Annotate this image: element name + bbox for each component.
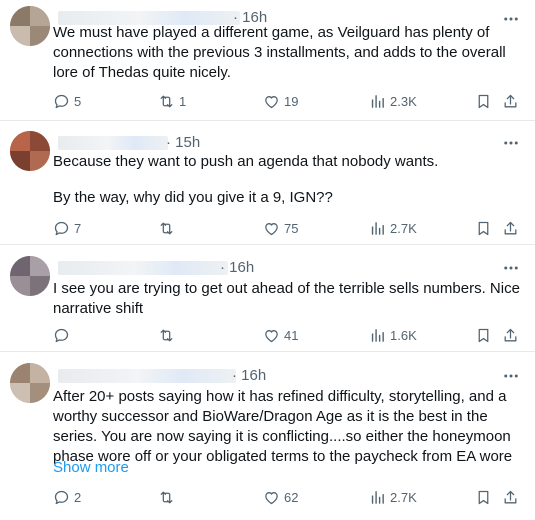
avatar[interactable] bbox=[10, 363, 50, 403]
heart-icon bbox=[265, 491, 278, 504]
share-button[interactable] bbox=[502, 218, 519, 238]
share-button[interactable] bbox=[502, 325, 519, 345]
reply-count: 2 bbox=[74, 489, 82, 505]
views-button[interactable]: 2.7K bbox=[369, 218, 417, 238]
post[interactable]: · 15h Because they want to push an agend… bbox=[0, 121, 535, 245]
like-count: 62 bbox=[284, 489, 299, 505]
share-icon bbox=[504, 94, 517, 107]
share-icon bbox=[504, 221, 517, 234]
repost-count: 1 bbox=[179, 93, 187, 109]
repost-icon bbox=[160, 222, 173, 234]
reply-icon bbox=[54, 94, 69, 108]
post-paragraph: Because they want to push an agenda that… bbox=[53, 153, 439, 170]
views-icon bbox=[371, 328, 384, 342]
bookmark-icon bbox=[478, 328, 489, 342]
post-text: Because they want to push an agenda that… bbox=[53, 152, 523, 208]
avatar[interactable] bbox=[10, 6, 50, 46]
author-name[interactable] bbox=[58, 369, 236, 383]
post-actions: 7 75 2.7K bbox=[0, 218, 535, 238]
reply-button[interactable] bbox=[53, 325, 74, 345]
post-timestamp[interactable]: · 16h bbox=[232, 366, 266, 386]
reply-button[interactable]: 7 bbox=[53, 218, 81, 238]
share-icon bbox=[504, 490, 517, 503]
views-icon bbox=[371, 94, 384, 108]
bookmark-icon bbox=[478, 94, 489, 108]
views-button[interactable]: 2.7K bbox=[369, 487, 417, 507]
post-text: I see you are trying to get out ahead of… bbox=[53, 279, 523, 319]
bookmark-button[interactable] bbox=[475, 325, 492, 345]
post-paragraph: After 20+ posts saying how it has refine… bbox=[53, 388, 513, 465]
views-icon bbox=[371, 221, 384, 235]
repost-icon bbox=[160, 329, 173, 341]
bookmark-button[interactable] bbox=[475, 218, 492, 238]
more-options-icon[interactable] bbox=[501, 366, 521, 386]
share-button[interactable] bbox=[502, 91, 519, 111]
heart-icon bbox=[265, 222, 278, 235]
heart-icon bbox=[265, 329, 278, 342]
post-actions: 2 62 2.7K bbox=[0, 487, 535, 507]
repost-icon bbox=[160, 95, 173, 107]
avatar[interactable] bbox=[10, 256, 50, 296]
show-more-link[interactable]: Show more bbox=[53, 458, 129, 478]
avatar[interactable] bbox=[10, 131, 50, 171]
view-count: 1.6K bbox=[390, 327, 417, 343]
repost-button[interactable] bbox=[158, 487, 179, 507]
reply-icon bbox=[54, 328, 69, 342]
like-count: 19 bbox=[284, 93, 299, 109]
post-paragraph: I see you are trying to get out ahead of… bbox=[53, 280, 520, 317]
bookmark-button[interactable] bbox=[475, 91, 492, 111]
post-paragraph: We must have played a different game, as… bbox=[53, 24, 506, 81]
post[interactable]: · 16h We must have played a different ga… bbox=[0, 0, 535, 121]
post-text: After 20+ posts saying how it has refine… bbox=[53, 387, 523, 467]
views-button[interactable]: 2.3K bbox=[369, 91, 417, 111]
bookmark-icon bbox=[478, 221, 489, 235]
post[interactable]: · 16h After 20+ posts saying how it has … bbox=[0, 352, 535, 520]
post-actions: 41 1.6K bbox=[0, 325, 535, 345]
repost-icon bbox=[160, 491, 173, 503]
views-button[interactable]: 1.6K bbox=[369, 325, 417, 345]
more-options-icon[interactable] bbox=[501, 258, 521, 278]
like-count: 41 bbox=[284, 327, 299, 343]
post-actions: 5 1 19 2.3K bbox=[0, 91, 535, 111]
reply-button[interactable]: 2 bbox=[53, 487, 81, 507]
repost-button[interactable] bbox=[158, 325, 179, 345]
view-count: 2.3K bbox=[390, 93, 417, 109]
reply-icon bbox=[54, 490, 69, 504]
reply-icon bbox=[54, 221, 69, 235]
like-button[interactable]: 19 bbox=[263, 91, 298, 111]
share-icon bbox=[504, 328, 517, 341]
like-button[interactable]: 75 bbox=[263, 218, 298, 238]
post-timestamp[interactable]: · 16h bbox=[220, 258, 254, 278]
author-name[interactable] bbox=[58, 136, 168, 150]
like-button[interactable]: 62 bbox=[263, 487, 298, 507]
repost-button[interactable] bbox=[158, 218, 179, 238]
share-button[interactable] bbox=[502, 487, 519, 507]
post-text: We must have played a different game, as… bbox=[53, 23, 523, 83]
heart-icon bbox=[265, 95, 278, 108]
bookmark-icon bbox=[478, 490, 489, 504]
reply-button[interactable]: 5 bbox=[53, 91, 81, 111]
bookmark-button[interactable] bbox=[475, 487, 492, 507]
repost-button[interactable]: 1 bbox=[158, 91, 186, 111]
reply-count: 5 bbox=[74, 93, 82, 109]
post-timestamp[interactable]: · 15h bbox=[166, 133, 200, 153]
view-count: 2.7K bbox=[390, 489, 417, 505]
author-name[interactable] bbox=[58, 261, 228, 275]
views-icon bbox=[371, 490, 384, 504]
like-count: 75 bbox=[284, 220, 299, 236]
like-button[interactable]: 41 bbox=[263, 325, 298, 345]
post-paragraph: By the way, why did you give it a 9, IGN… bbox=[53, 189, 333, 206]
reply-count: 7 bbox=[74, 220, 82, 236]
more-options-icon[interactable] bbox=[501, 133, 521, 153]
view-count: 2.7K bbox=[390, 220, 417, 236]
post[interactable]: · 16h I see you are trying to get out ah… bbox=[0, 245, 535, 352]
